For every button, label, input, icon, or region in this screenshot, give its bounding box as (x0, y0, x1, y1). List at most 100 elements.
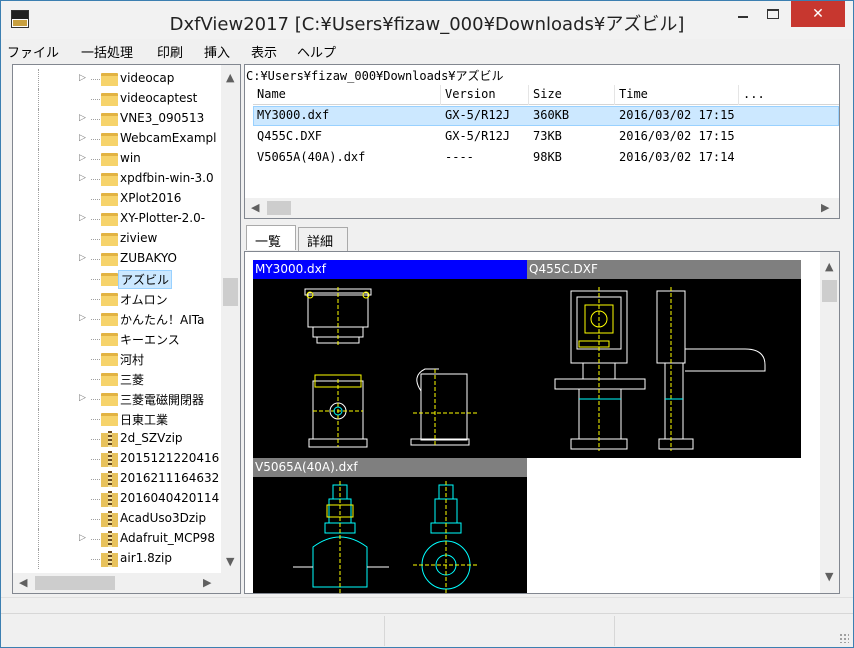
close-button[interactable]: ✕ (791, 1, 845, 27)
preview-tile[interactable]: MY3000.dxf (253, 260, 527, 458)
expand-arrow-icon[interactable]: ▷ (79, 393, 86, 403)
tree-item[interactable]: XPlot2016 (13, 189, 228, 209)
tree-item-label: XY-Plotter-2.0- (120, 211, 206, 225)
table-row[interactable]: Q455C.DXF GX-5/R12J 73KB 2016/03/02 17:15 (253, 127, 839, 147)
tree-guide-line (38, 449, 39, 469)
app-window: DxfView2017 [C:¥Users¥fizaw_000¥Download… (0, 0, 854, 648)
tree-vertical-scrollbar[interactable]: ▲ ▼ (221, 65, 240, 573)
expand-arrow-icon[interactable]: ▷ (79, 133, 86, 143)
table-row[interactable]: V5065A(40A).dxf ---- 98KB 2016/03/02 17:14 (253, 148, 839, 168)
menu-batch[interactable]: 一括処理 (81, 42, 133, 61)
column-header-name[interactable]: Name (253, 85, 441, 105)
tree-item[interactable]: 2016211164632 (13, 469, 228, 489)
tree-item[interactable]: 日東工業 (13, 409, 228, 429)
scrollbar-thumb[interactable] (822, 280, 837, 302)
tree-item[interactable]: ziview (13, 229, 228, 249)
tree-item[interactable]: 2d_SZVzip (13, 429, 228, 449)
maximize-button[interactable] (759, 1, 787, 27)
expand-arrow-icon[interactable]: ▷ (79, 153, 86, 163)
tree-item[interactable]: ▷ win (13, 149, 228, 169)
tree-item[interactable]: air1.8zip (13, 549, 228, 569)
expand-arrow-icon[interactable]: ▷ (79, 213, 86, 223)
tree-item[interactable]: ▷ WebcamExampl (13, 129, 228, 149)
resize-grip-icon[interactable] (839, 633, 849, 643)
menu-print[interactable]: 印刷 (157, 42, 183, 61)
tab-details[interactable]: 詳細 (298, 227, 348, 251)
scroll-down-icon[interactable]: ▼ (825, 570, 833, 583)
scroll-right-icon[interactable]: ▶ (821, 201, 829, 214)
tree-guide-line (38, 509, 39, 529)
minimize-button[interactable] (729, 1, 757, 27)
preview-title: V5065A(40A).dxf (253, 458, 527, 477)
tree-horizontal-scrollbar[interactable]: ◀ ▶ (13, 573, 240, 593)
tree-item[interactable]: 2015121220416 (13, 449, 228, 469)
scrollbar-thumb[interactable] (223, 278, 238, 306)
tree-item[interactable]: 2016040420114 (13, 489, 228, 509)
folder-tree[interactable]: ▷ videocap videocaptest ▷ VNE3_090513 ▷ Webcam… (12, 64, 241, 594)
cell-size: 98KB (533, 150, 562, 164)
expand-arrow-icon[interactable]: ▷ (79, 253, 86, 263)
tree-guide-line (91, 419, 100, 420)
column-header-size[interactable]: Size (529, 85, 615, 105)
scroll-up-icon[interactable]: ▲ (825, 260, 833, 273)
file-list-horizontal-scrollbar[interactable]: ◀ ▶ (245, 198, 839, 218)
tree-item[interactable]: ▷ VNE3_090513 (13, 109, 228, 129)
expand-arrow-icon[interactable]: ▷ (79, 533, 86, 543)
tree-guide-line (91, 519, 100, 520)
scroll-right-icon[interactable]: ▶ (203, 576, 211, 589)
expand-arrow-icon[interactable]: ▷ (79, 73, 86, 83)
tree-guide-line (91, 219, 100, 220)
zip-folder-icon (101, 531, 118, 547)
tree-item[interactable]: ▷ 三菱電磁開閉器 (13, 389, 228, 409)
menu-insert[interactable]: 挿入 (204, 42, 230, 61)
expand-arrow-icon[interactable]: ▷ (79, 113, 86, 123)
zip-folder-icon (101, 511, 118, 527)
preview-vertical-scrollbar[interactable]: ▲ ▼ (820, 252, 839, 593)
cad-drawing-preview (304, 287, 479, 448)
tree-item[interactable]: 河村 (13, 349, 228, 369)
scrollbar-thumb[interactable] (267, 201, 291, 215)
menu-view[interactable]: 表示 (251, 42, 277, 61)
preview-grid[interactable]: MY3000.dxf Q455C.DXF V5065A(40A).dxf ▲ ▼ (244, 251, 840, 594)
tree-item[interactable]: キーエンス (13, 329, 228, 349)
tree-guide-line (38, 169, 39, 189)
tree-item[interactable]: ▷ XY-Plotter-2.0- (13, 209, 228, 229)
cell-size: 73KB (533, 129, 562, 143)
title-bar[interactable]: DxfView2017 [C:¥Users¥fizaw_000¥Download… (1, 1, 853, 39)
expand-arrow-icon[interactable]: ▷ (79, 173, 86, 183)
file-list-header: Name Version Size Time ... (253, 85, 839, 105)
tree-guide-line (91, 79, 100, 80)
tree-item[interactable]: アズビル (13, 269, 228, 289)
tree-item[interactable]: ▷ ZUBAKYO (13, 249, 228, 269)
preview-tile[interactable]: V5065A(40A).dxf (253, 458, 527, 593)
menu-help[interactable]: ヘルプ (297, 42, 336, 61)
cell-name: MY3000.dxf (257, 108, 330, 122)
scroll-left-icon[interactable]: ◀ (19, 576, 27, 589)
tree-item[interactable]: 三菱 (13, 369, 228, 389)
tree-item[interactable]: ▷ videocap (13, 69, 228, 89)
tree-item[interactable]: オムロン (13, 289, 228, 309)
scroll-left-icon[interactable]: ◀ (251, 201, 259, 214)
column-header-time[interactable]: Time (615, 85, 739, 105)
column-header-more[interactable]: ... (739, 85, 839, 105)
tree-guide-line (91, 199, 100, 200)
column-header-version[interactable]: Version (441, 85, 529, 105)
tree-item-label: Adafruit_MCP98 (120, 531, 216, 545)
tab-list[interactable]: 一覧 (246, 225, 296, 250)
file-list[interactable]: Name Version Size Time ... MY3000.dxf GX-… (253, 85, 839, 199)
tree-item[interactable]: ▷ Adafruit_MCP98 (13, 529, 228, 549)
scroll-down-icon[interactable]: ▼ (226, 555, 234, 568)
tree-guide-line (91, 99, 100, 100)
preview-tile[interactable]: Q455C.DXF (527, 260, 801, 458)
tree-item[interactable]: ▷ xpdfbin-win-3.0 (13, 169, 228, 189)
menu-file[interactable]: ファイル (7, 42, 59, 61)
table-row[interactable]: MY3000.dxf GX-5/R12J 360KB 2016/03/02 17:15 (253, 106, 839, 126)
folder-icon (101, 92, 118, 106)
expand-arrow-icon[interactable]: ▷ (79, 313, 86, 323)
tree-item[interactable]: ▷ かんたん！AITa (13, 309, 228, 329)
tree-item[interactable]: videocaptest (13, 89, 228, 109)
scroll-up-icon[interactable]: ▲ (226, 71, 234, 84)
tree-item[interactable]: AcadUso3Dzip (13, 509, 228, 529)
splitter[interactable] (1, 597, 853, 613)
scrollbar-thumb[interactable] (35, 576, 115, 590)
